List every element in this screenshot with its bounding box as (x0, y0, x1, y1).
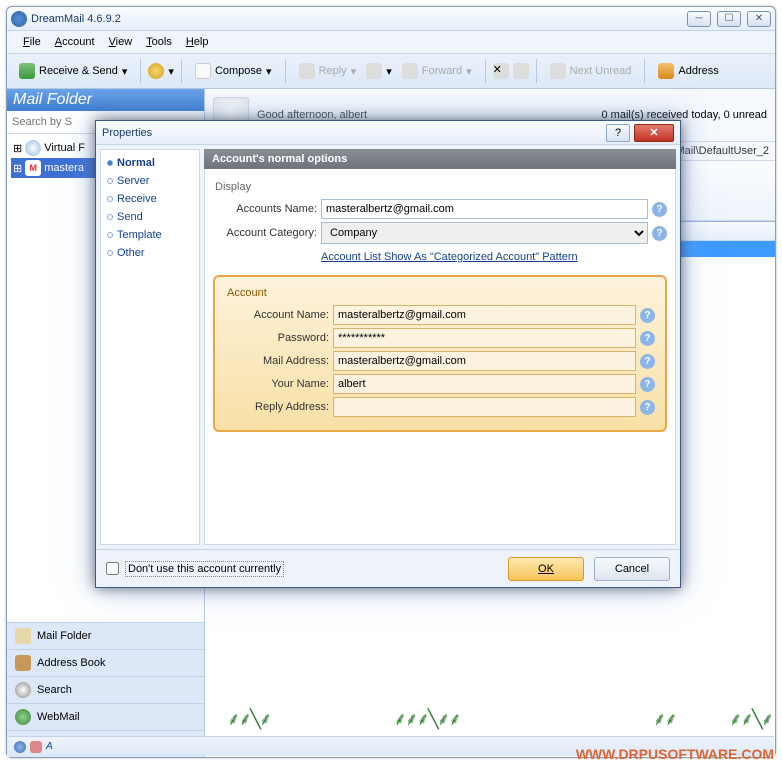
display-group-label: Display (215, 181, 667, 193)
watermark: WWW.DRPUSOFTWARE.COM (576, 746, 774, 762)
menu-bar: File Account View Tools Help (7, 31, 775, 53)
nav-search[interactable]: Search (7, 676, 204, 703)
password-label: Password: (225, 332, 329, 344)
book-icon (15, 655, 31, 671)
reply-button[interactable]: Reply ▾ (293, 60, 363, 82)
panel-heading: Account's normal options (204, 149, 676, 169)
nav-receive[interactable]: Receive (101, 190, 199, 208)
footer-decoration: ⸙⸙╲⸙ ⸙⸙⸙╲⸙⸙ ⸙⸙ ⸙⸙╲⸙ (207, 707, 774, 735)
nav-normal[interactable]: Normal (101, 154, 199, 172)
nav-webmail[interactable]: WebMail (7, 703, 204, 730)
your-name-label: Your Name: (225, 378, 329, 390)
account-group-label: Account (227, 287, 655, 299)
properties-dialog: Properties ? ✕ Normal Server Receive Sen… (95, 120, 681, 588)
dialog-panel: Account's normal options Display Account… (204, 149, 676, 545)
nav-send[interactable]: Send (101, 208, 199, 226)
accounts-name-label: Accounts Name: (213, 203, 317, 215)
category-label: Account Category: (213, 227, 317, 239)
receive-send-icon (19, 63, 35, 79)
webmail-icon (15, 709, 31, 725)
toolbar: Receive & Send ▾ ▾ Compose ▾ Reply ▾ ▾ F… (7, 53, 775, 89)
compose-icon (195, 63, 211, 79)
receive-send-button[interactable]: Receive & Send ▾ (13, 60, 133, 82)
help-icon[interactable]: ? (640, 400, 655, 415)
maximize-button[interactable]: ☐ (717, 11, 741, 27)
account-name-label: Account Name: (225, 309, 329, 321)
reply-all-icon[interactable] (366, 63, 382, 79)
close-button[interactable]: ✕ (747, 11, 771, 27)
forward-button[interactable]: Forward ▾ (396, 60, 478, 82)
menu-help[interactable]: Help (180, 34, 215, 50)
dialog-close-button[interactable]: ✕ (634, 124, 674, 142)
search-icon (15, 682, 31, 698)
nav-other[interactable]: Other (101, 244, 199, 262)
menu-view[interactable]: View (103, 34, 139, 50)
dont-use-checkbox[interactable] (106, 562, 119, 575)
help-icon[interactable]: ? (640, 377, 655, 392)
cancel-button[interactable]: Cancel (594, 557, 670, 581)
help-icon[interactable]: ? (640, 354, 655, 369)
reply-address-input[interactable] (333, 397, 636, 417)
dont-use-label: Don't use this account currently (125, 561, 284, 577)
title-bar: DreamMail 4.6.9.2 ─ ☐ ✕ (7, 7, 775, 31)
reply-address-label: Reply Address: (225, 401, 329, 413)
category-select[interactable]: Company (321, 222, 648, 244)
status-a[interactable]: A (46, 741, 53, 752)
forward-icon (402, 63, 418, 79)
mail-address-label: Mail Address: (225, 355, 329, 367)
mail-address-input[interactable] (333, 351, 636, 371)
sidebar-header: Mail Folder (7, 89, 204, 111)
status-icon-2[interactable] (30, 741, 42, 753)
nav-template[interactable]: Template (101, 226, 199, 244)
nav-mail-folder[interactable]: Mail Folder (7, 622, 204, 649)
menu-account[interactable]: Account (49, 34, 101, 50)
next-unread-icon (550, 63, 566, 79)
account-name-input[interactable] (333, 305, 636, 325)
nav-address-book[interactable]: Address Book (7, 649, 204, 676)
dialog-titlebar: Properties ? ✕ (96, 121, 680, 145)
app-icon (11, 11, 27, 27)
globe-icon[interactable] (148, 63, 164, 79)
dialog-nav: Normal Server Receive Send Template Othe… (100, 149, 200, 545)
accounts-name-input[interactable] (321, 199, 648, 219)
list-pattern-link[interactable]: Account List Show As "Categorized Accoun… (321, 247, 667, 271)
reply-icon (299, 63, 315, 79)
ok-button[interactable]: OK (508, 557, 584, 581)
window-title: DreamMail 4.6.9.2 (31, 13, 687, 25)
status-icon[interactable] (14, 741, 26, 753)
next-unread-button[interactable]: Next Unread (544, 60, 638, 82)
password-input[interactable] (333, 328, 636, 348)
menu-tools[interactable]: Tools (140, 34, 178, 50)
address-icon (658, 63, 674, 79)
print-icon[interactable] (513, 63, 529, 79)
dialog-help-button[interactable]: ? (606, 124, 630, 142)
delete-icon[interactable]: ✕ (493, 63, 509, 79)
help-icon[interactable]: ? (640, 331, 655, 346)
account-group: Account Account Name: ? Password: ? Mail… (213, 275, 667, 432)
address-button[interactable]: Address (652, 60, 724, 82)
compose-button[interactable]: Compose ▾ (189, 60, 278, 82)
nav-server[interactable]: Server (101, 172, 199, 190)
dialog-footer: Don't use this account currently OK Canc… (96, 549, 680, 587)
your-name-input[interactable] (333, 374, 636, 394)
minimize-button[interactable]: ─ (687, 11, 711, 27)
dialog-title: Properties (102, 127, 606, 139)
help-icon[interactable]: ? (640, 308, 655, 323)
path-text: Mail\DefaultUser_2 (675, 145, 769, 157)
menu-file[interactable]: File (17, 34, 47, 50)
help-icon[interactable]: ? (652, 202, 667, 217)
folder-icon (15, 628, 31, 644)
help-icon[interactable]: ? (652, 226, 667, 241)
dont-use-checkbox-row: Don't use this account currently (106, 561, 498, 577)
